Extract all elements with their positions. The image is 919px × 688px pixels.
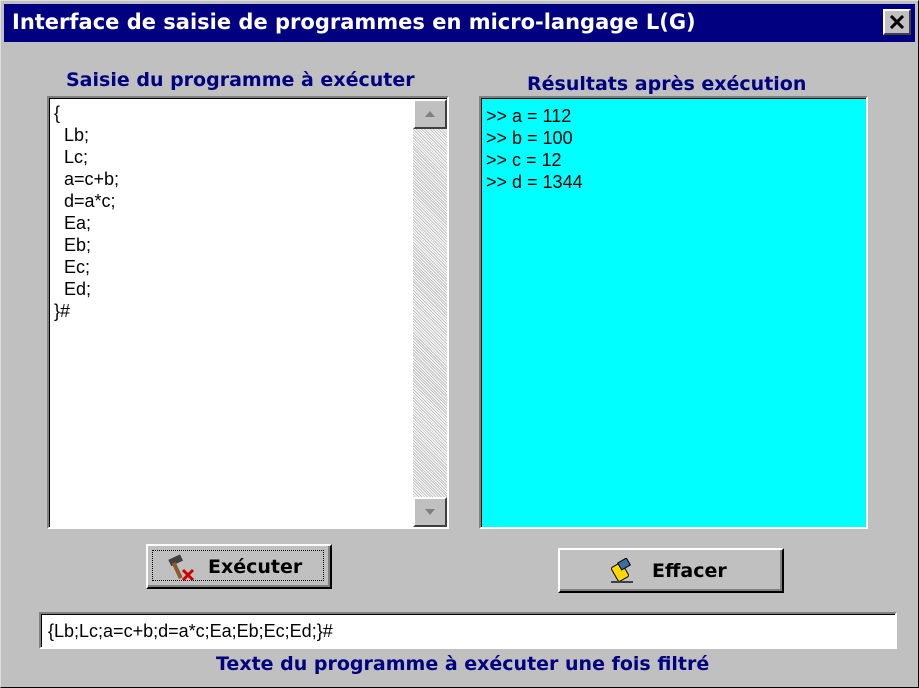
code-line: { xyxy=(54,103,61,123)
code-line: d=a*c; xyxy=(54,191,116,211)
filtered-program-field[interactable]: {Lb;Lc;a=c+b;d=a*c;Ea;Eb;Ec;Ed;}# xyxy=(39,612,897,649)
execute-button-label: Exécuter xyxy=(208,556,303,578)
code-line: Lb; xyxy=(54,125,90,145)
code-line: Ec; xyxy=(54,257,91,277)
code-line: Lc; xyxy=(54,147,89,167)
execute-button[interactable]: Exécuter xyxy=(146,544,332,589)
triangle-up-icon xyxy=(425,111,435,117)
clear-button[interactable]: Effacer xyxy=(558,548,784,593)
code-line: Ea; xyxy=(54,213,92,233)
filtered-program-text: {Lb;Lc;a=c+b;d=a*c;Ea;Eb;Ec;Ed;}# xyxy=(48,621,333,641)
result-line: >> d = 1344 xyxy=(486,172,583,192)
filtered-caption: Texte du programme à exécuter une fois f… xyxy=(216,653,710,675)
result-line: >> b = 100 xyxy=(486,128,573,148)
code-line: a=c+b; xyxy=(54,169,120,189)
vertical-scrollbar[interactable] xyxy=(413,99,447,527)
eraser-icon xyxy=(611,558,633,583)
result-line: >> c = 12 xyxy=(486,150,562,170)
close-button[interactable] xyxy=(883,9,911,35)
results-panel: >> a = 112 >> b = 100 >> c = 12 >> d = 1… xyxy=(479,96,868,529)
results-label: Résultats après exécution xyxy=(527,73,807,95)
triangle-down-icon xyxy=(425,509,435,515)
window-title: Interface de saisie de programmes en mic… xyxy=(12,10,696,34)
close-icon xyxy=(890,15,904,29)
clear-button-label: Effacer xyxy=(652,560,727,582)
scroll-up-button[interactable] xyxy=(413,99,447,129)
code-line: Ed; xyxy=(54,279,92,299)
program-editor[interactable]: { Lb; Lc; a=c+b; d=a*c; Ea; Eb; Ec; Ed; … xyxy=(47,96,449,529)
hammer-icon xyxy=(168,554,195,582)
app-window: Interface de saisie de programmes en mic… xyxy=(0,0,919,688)
code-line: }# xyxy=(54,301,71,321)
result-line: >> a = 112 xyxy=(486,106,572,126)
code-line: Eb; xyxy=(54,235,92,255)
scroll-down-button[interactable] xyxy=(413,497,447,527)
editor-label: Saisie du programme à exécuter xyxy=(66,69,415,91)
title-bar[interactable]: Interface de saisie de programmes en mic… xyxy=(4,4,915,42)
